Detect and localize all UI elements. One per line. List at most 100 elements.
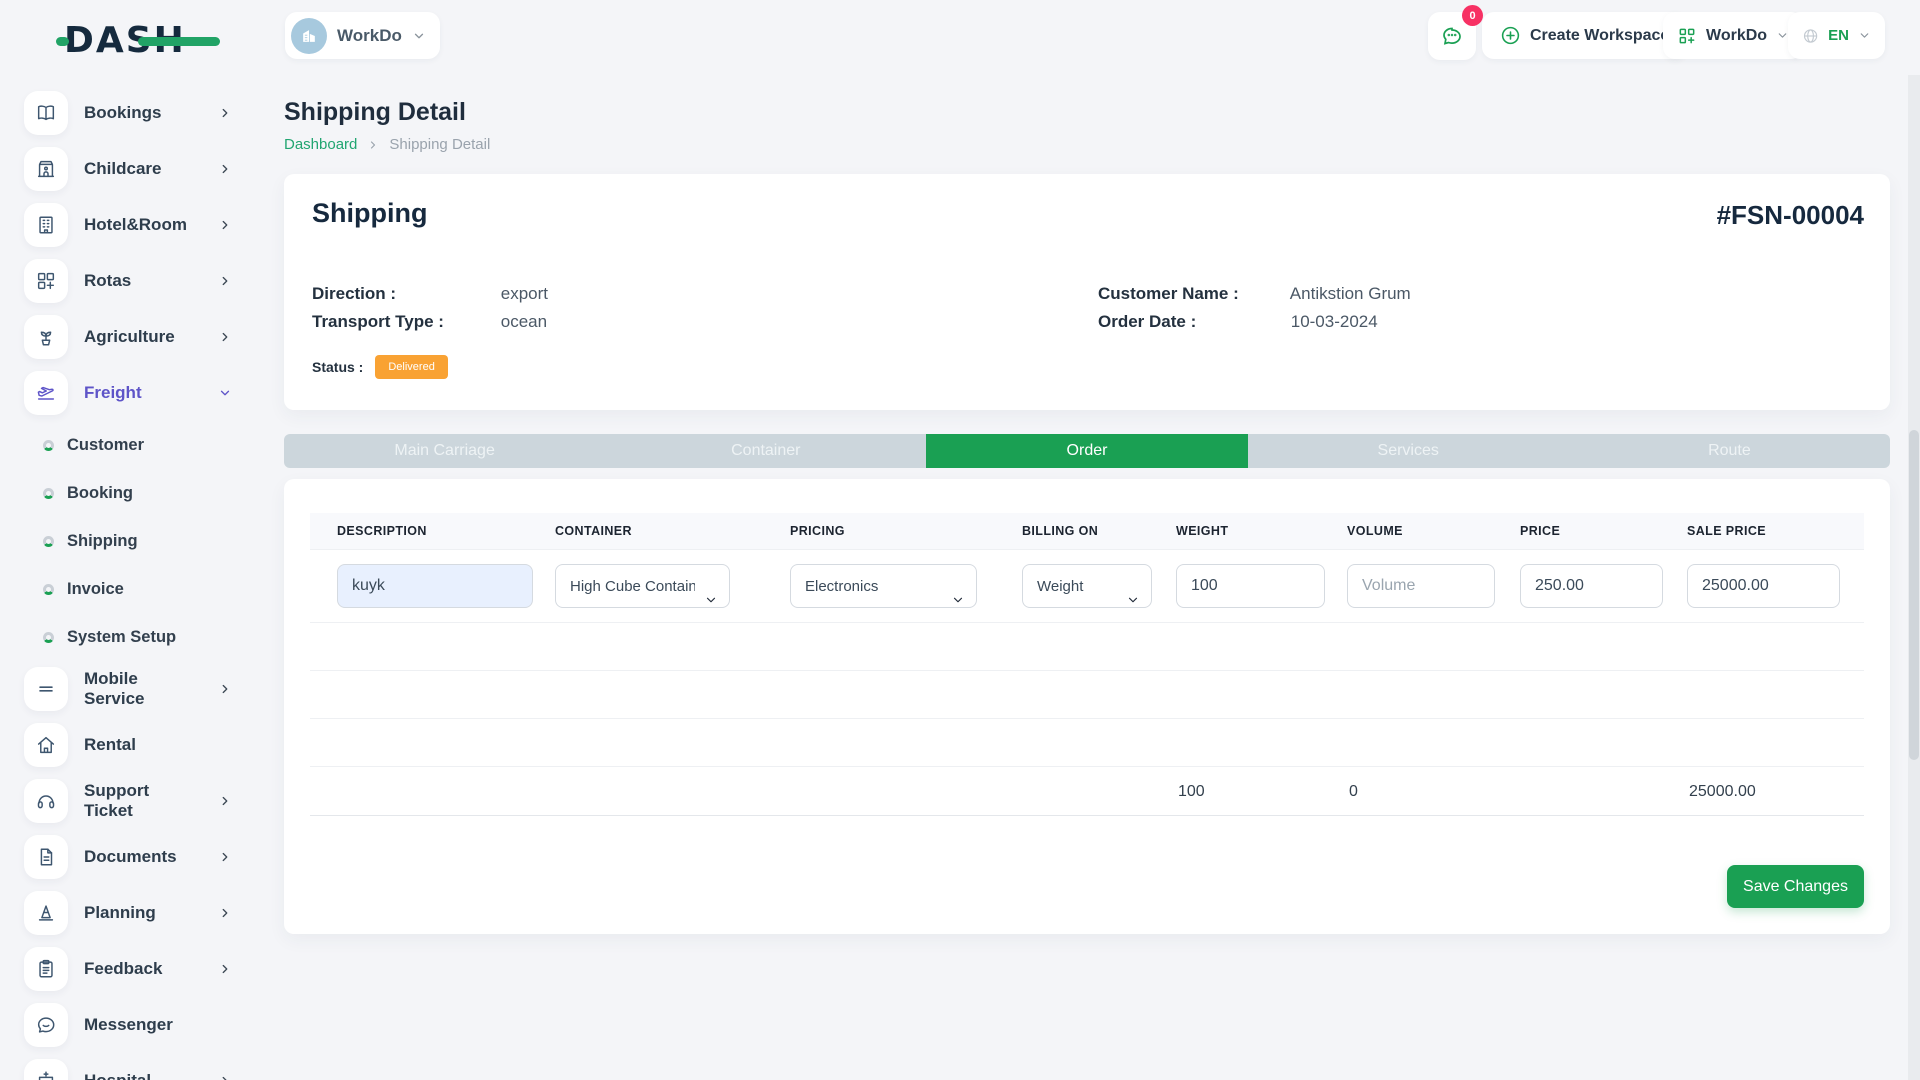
pricing-select[interactable]: Electronics	[790, 564, 977, 608]
sidebar-item-label: Agriculture	[84, 327, 175, 347]
menu-lines-icon	[35, 678, 57, 700]
price-input[interactable]	[1520, 564, 1663, 608]
sidebar-item-label: Hotel&Room	[84, 215, 187, 235]
status-badge: Delivered	[375, 355, 447, 379]
empty-table-row	[310, 719, 1864, 767]
sidebar-item-freight[interactable]: Freight	[0, 365, 258, 421]
billing-on-select[interactable]: Weight	[1022, 564, 1152, 608]
order-date-label: Order Date :	[1098, 312, 1286, 332]
transport-type-label: Transport Type :	[312, 312, 496, 332]
create-workspace-button[interactable]: Create Workspace	[1482, 12, 1687, 59]
shipping-reference: #FSN-00004	[1717, 200, 1864, 231]
chevron-right-icon	[218, 794, 232, 808]
table-header-row: DESCRIPTION CONTAINER PRICING BILLING ON…	[310, 513, 1864, 550]
breadcrumb-dashboard-link[interactable]: Dashboard	[284, 136, 357, 153]
messages-button[interactable]: 0	[1428, 12, 1476, 60]
tab-main-carriage[interactable]: Main Carriage	[284, 434, 605, 468]
sidebar-subitem-shipping[interactable]: Shipping	[0, 517, 258, 565]
empty-table-row	[310, 671, 1864, 719]
customer-name-label: Customer Name :	[1098, 284, 1286, 304]
column-header-container: CONTAINER	[555, 513, 730, 550]
column-header-volume: VOLUME	[1347, 513, 1495, 550]
chat-icon	[1440, 24, 1464, 48]
order-date-value: 10-03-2024	[1291, 312, 1378, 331]
tab-order[interactable]: Order	[926, 434, 1247, 468]
language-selector[interactable]: EN	[1788, 12, 1885, 59]
sidebar-subitem-label: System Setup	[67, 628, 176, 647]
sidebar-item-support-ticket[interactable]: Support Ticket	[0, 773, 258, 829]
column-header-sale-price: SALE PRICE	[1687, 513, 1840, 550]
globe-icon	[1802, 25, 1819, 47]
chevron-down-icon	[412, 29, 426, 43]
summary-total-volume: 0	[1347, 767, 1495, 816]
workspace-avatar	[291, 18, 327, 54]
topbar: DASH WorkDo 0 Create Workspace WorkDo EN	[0, 0, 1920, 75]
chevron-right-icon	[218, 218, 232, 232]
create-workspace-label: Create Workspace	[1530, 27, 1669, 45]
sidebar-item-label: Documents	[84, 847, 177, 867]
transport-type-row: Transport Type : ocean	[312, 312, 547, 332]
sidebar-item-label: Hospital	[84, 1071, 151, 1080]
weight-input[interactable]	[1176, 564, 1325, 608]
workdo-menu-button[interactable]: WorkDo	[1663, 12, 1803, 59]
chevron-down-icon	[218, 386, 232, 400]
tab-services[interactable]: Services	[1248, 434, 1569, 468]
sidebar-item-messenger[interactable]: Messenger	[0, 997, 258, 1053]
sidebar-item-planning[interactable]: Planning	[0, 885, 258, 941]
description-input[interactable]	[337, 564, 533, 608]
sidebar-subitem-booking[interactable]: Booking	[0, 469, 258, 517]
sidebar-item-rotas[interactable]: Rotas	[0, 253, 258, 309]
chevron-right-icon	[218, 1074, 232, 1080]
order-item-row: High Cube Container Electronics Weight	[310, 550, 1864, 623]
scrollbar-track[interactable]	[1908, 75, 1920, 1080]
tab-container[interactable]: Container	[605, 434, 926, 468]
table-summary-row: 100 0 25000.00	[310, 767, 1864, 816]
tab-route[interactable]: Route	[1569, 434, 1890, 468]
chevron-right-icon	[218, 274, 232, 288]
workdo-menu-label: WorkDo	[1706, 27, 1767, 45]
sidebar-item-documents[interactable]: Documents	[0, 829, 258, 885]
dash-logo[interactable]: DASH	[64, 18, 186, 62]
sidebar-item-mobile-service[interactable]: Mobile Service	[0, 661, 258, 717]
sidebar-item-rental[interactable]: Rental	[0, 717, 258, 773]
language-code: EN	[1828, 27, 1849, 44]
column-header-price: PRICE	[1520, 513, 1663, 550]
workspace-name: WorkDo	[337, 26, 402, 46]
sidebar-item-label: Childcare	[84, 159, 161, 179]
customer-name-value: Antikstion Grum	[1290, 284, 1411, 303]
shipping-summary-card: Shipping #FSN-00004 Direction : export T…	[284, 174, 1890, 410]
bullet-icon	[43, 632, 54, 643]
sidebar-item-label: Bookings	[84, 103, 161, 123]
scrollbar-thumb[interactable]	[1909, 430, 1919, 760]
bullet-icon	[43, 536, 54, 547]
sidebar-item-bookings[interactable]: Bookings	[0, 85, 258, 141]
sidebar-item-hospital[interactable]: Hospital	[0, 1053, 258, 1080]
home-icon	[35, 734, 57, 756]
sidebar-item-hotel-room[interactable]: Hotel&Room	[0, 197, 258, 253]
sale-price-input[interactable]	[1687, 564, 1840, 608]
summary-total-sale-price: 25000.00	[1687, 767, 1840, 816]
column-header-pricing: PRICING	[790, 513, 977, 550]
grid-plus-icon	[35, 270, 57, 292]
grid-plus-icon	[1677, 26, 1697, 46]
sidebar-subitem-system-setup[interactable]: System Setup	[0, 613, 258, 661]
sidebar-subitem-invoice[interactable]: Invoice	[0, 565, 258, 613]
container-select[interactable]: High Cube Container	[555, 564, 730, 608]
sidebar-item-childcare[interactable]: Childcare	[0, 141, 258, 197]
sidebar-item-label: Support Ticket	[84, 781, 202, 821]
sidebar-item-feedback[interactable]: Feedback	[0, 941, 258, 997]
order-date-row: Order Date : 10-03-2024	[1098, 312, 1378, 332]
sidebar-item-label: Messenger	[84, 1015, 173, 1035]
workspace-switcher[interactable]: WorkDo	[285, 12, 440, 59]
chevron-right-icon	[218, 962, 232, 976]
bullet-icon	[43, 488, 54, 499]
book-icon	[35, 102, 57, 124]
sidebar-item-agriculture[interactable]: Agriculture	[0, 309, 258, 365]
volume-input[interactable]	[1347, 564, 1495, 608]
sidebar-subitem-customer[interactable]: Customer	[0, 421, 258, 469]
logo-accent-dash	[56, 37, 69, 46]
logo-accent-bar	[138, 37, 220, 46]
save-changes-button[interactable]: Save Changes	[1727, 865, 1864, 908]
plus-circle-icon	[1500, 25, 1521, 46]
column-header-description: DESCRIPTION	[337, 513, 533, 550]
